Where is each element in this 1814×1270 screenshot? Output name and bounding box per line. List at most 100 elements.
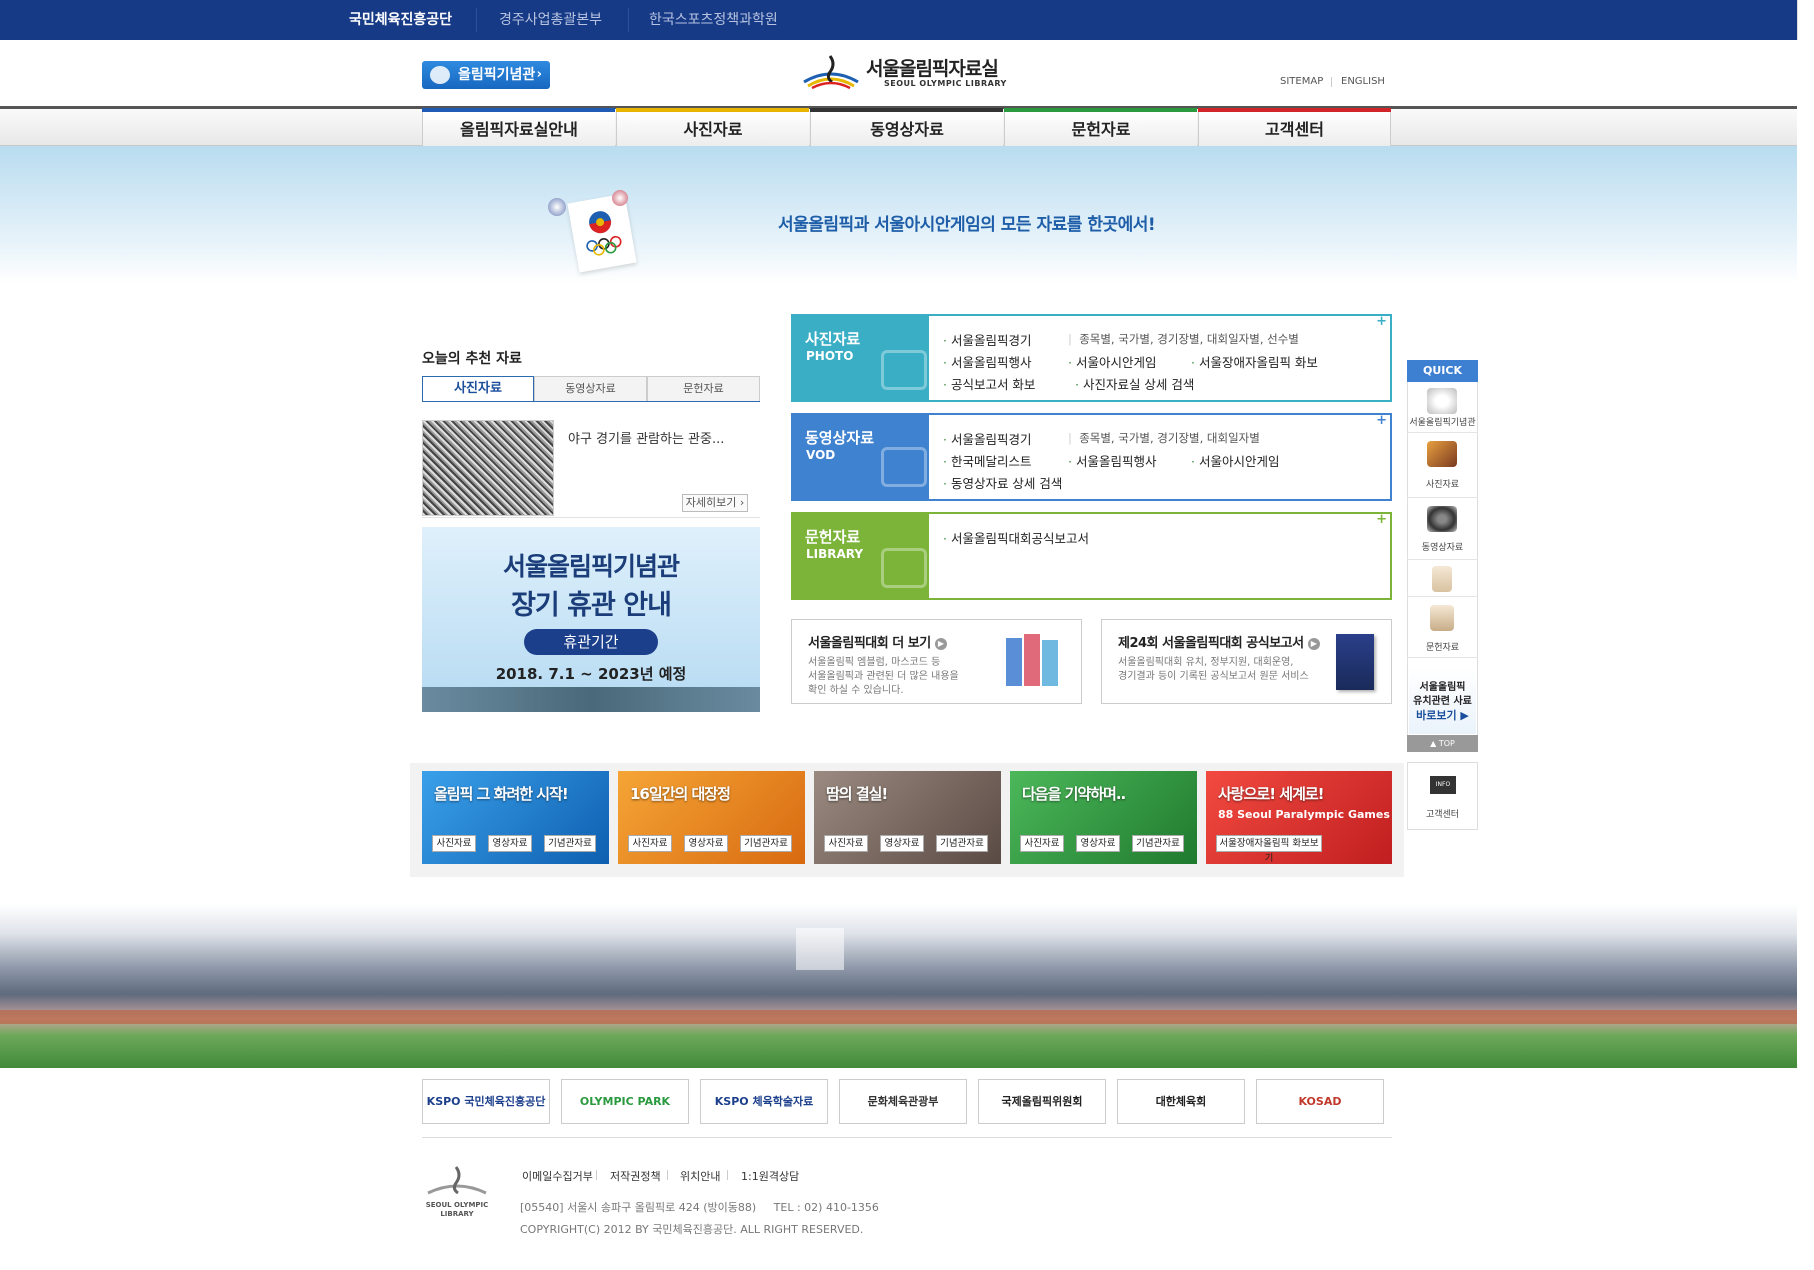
stadium-image bbox=[0, 904, 1797, 1068]
theme-banner-fruit-of-sweat[interactable]: 땀의 결실! 사진자료 영상자료 기념관자료 bbox=[814, 771, 1001, 864]
link-paralympics-gallery[interactable]: · 서울장애자올림픽 화보 bbox=[1191, 352, 1318, 371]
quick-item-documents[interactable]: 문헌자료 bbox=[1407, 597, 1478, 658]
tab-videos[interactable]: 동영상자료 bbox=[534, 376, 647, 402]
category-documents: 문헌자료 LIBRARY + · 서울올림픽대회공식보고서 bbox=[791, 512, 1392, 600]
partner-logo-koc[interactable]: 국제올림픽위원회 bbox=[978, 1079, 1106, 1124]
quick-item-label: 고객센터 bbox=[1425, 810, 1460, 820]
video-button[interactable]: 영상자료 bbox=[1076, 835, 1120, 852]
link-seoul-games[interactable]: · 서울올림픽경기 bbox=[943, 429, 1031, 448]
footer-link-copyright[interactable]: 저작권정책 bbox=[610, 1168, 661, 1184]
link-photo-search[interactable]: · 사진자료실 상세 검색 bbox=[1075, 374, 1194, 393]
video-button[interactable]: 영상자료 bbox=[488, 835, 532, 852]
partner-logo-kspo-academic[interactable]: KSPO 체육학술자료 bbox=[700, 1079, 828, 1124]
site-subtitle: SEOUL OLYMPIC LIBRARY bbox=[884, 79, 1007, 88]
footer-link-remote-support[interactable]: 1:1원격상담 bbox=[741, 1168, 799, 1184]
link-official-report-gallery[interactable]: · 공식보고서 화보 bbox=[943, 374, 1035, 393]
quick-promo-banner[interactable]: 서울올림픽 유치관련 사료 바로보기 ▶ bbox=[1409, 668, 1476, 734]
promo-line: 유치관련 사료 bbox=[1413, 696, 1472, 707]
category-side[interactable]: 사진자료 PHOTO bbox=[793, 316, 929, 400]
memorial-button[interactable]: 기념관자료 bbox=[544, 835, 596, 852]
partner-logo-culture-ministry[interactable]: 문화체육관광부 bbox=[839, 1079, 967, 1124]
link-seoul-games[interactable]: · 서울올림픽경기 bbox=[943, 330, 1031, 349]
category-side[interactable]: 문헌자료 LIBRARY bbox=[793, 514, 929, 598]
theme-banner-16-days[interactable]: 16일간의 대장정 사진자료 영상자료 기념관자료 bbox=[618, 771, 805, 864]
link-subcategories[interactable]: | 종목별, 국가별, 경기장별, 대회일자별 bbox=[1068, 430, 1260, 446]
link-video-search[interactable]: · 동영상자료 상세 검색 bbox=[943, 473, 1062, 492]
partner-logo-kspo[interactable]: KSPO 국민체육진흥공단 bbox=[422, 1079, 550, 1124]
tab-documents[interactable]: 문헌자료 bbox=[647, 376, 760, 402]
plus-icon[interactable]: + bbox=[1372, 314, 1390, 334]
scrollbar[interactable] bbox=[1797, 0, 1814, 40]
footer-copyright: COPYRIGHT(C) 2012 BY 국민체육진흥공단. ALL RIGHT… bbox=[520, 1223, 864, 1236]
quick-item-videos[interactable]: 동영상자료 bbox=[1407, 498, 1478, 560]
plus-icon[interactable]: + bbox=[1372, 413, 1390, 433]
tab-photos[interactable]: 사진자료 bbox=[422, 376, 534, 402]
toplink-sports-science[interactable]: 한국스포츠정책과학원 bbox=[649, 0, 778, 40]
binders-icon bbox=[992, 634, 1062, 690]
paralympic-gallery-button[interactable]: 서울장애자올림픽 화보보기 bbox=[1216, 835, 1322, 864]
toplink-racing[interactable]: 경주사업총괄본부 bbox=[499, 0, 602, 40]
camera-icon bbox=[881, 548, 927, 588]
closure-notice-banner[interactable]: 서울올림픽기념관 장기 휴관 안내 휴관기간 2018. 7.1 ~ 2023년… bbox=[422, 527, 760, 712]
balloon-icon bbox=[548, 198, 566, 216]
partner-logo-olympic-park[interactable]: OLYMPIC PARK bbox=[561, 1079, 689, 1124]
recommend-caption[interactable]: 야구 경기를 관람하는 관중... bbox=[568, 428, 724, 447]
more-button[interactable]: 자세히보기 › bbox=[682, 494, 748, 512]
partner-logo-kosad[interactable]: KOSAD bbox=[1256, 1079, 1384, 1124]
category-side[interactable]: 동영상자료 VOD bbox=[793, 415, 929, 499]
quick-item-clipboard[interactable] bbox=[1407, 560, 1478, 597]
film-reel-icon bbox=[1427, 506, 1457, 532]
tab-underline bbox=[422, 401, 760, 402]
divider bbox=[596, 1170, 597, 1180]
quick-item-customer-center[interactable]: INFO 고객센터 bbox=[1407, 762, 1478, 830]
link-olympic-events[interactable]: · 서울올림픽행사 bbox=[943, 352, 1031, 371]
seoul-olympic-logo-icon[interactable] bbox=[800, 52, 862, 90]
nav-item-photos[interactable]: 사진자료 bbox=[616, 112, 809, 147]
video-button[interactable]: 영상자료 bbox=[880, 835, 924, 852]
back-to-top-button[interactable]: ▲ TOP bbox=[1407, 735, 1478, 752]
photo-button[interactable]: 사진자료 bbox=[628, 835, 672, 852]
nav-item-library-guide[interactable]: 올림픽자료실안내 bbox=[422, 112, 615, 147]
quick-item-memorial[interactable]: 서울올림픽기념관 bbox=[1407, 384, 1478, 433]
link-official-report[interactable]: · 서울올림픽대회공식보고서 bbox=[943, 528, 1089, 547]
english-link[interactable]: ENGLISH bbox=[1341, 76, 1385, 87]
category-eng: VOD bbox=[806, 448, 836, 462]
photo-button[interactable]: 사진자료 bbox=[824, 835, 868, 852]
nav-item-customer-center[interactable]: 고객센터 bbox=[1198, 112, 1391, 147]
footer-logo-line: LIBRARY bbox=[440, 1210, 474, 1218]
link-korean-medalists[interactable]: · 한국메달리스트 bbox=[943, 451, 1031, 470]
memorial-button[interactable]: 기념관자료 bbox=[936, 835, 988, 852]
link-asian-games[interactable]: · 서울아시안게임 bbox=[1191, 451, 1279, 470]
theme-banner-opening[interactable]: 올림픽 그 화려한 시작! 사진자료 영상자료 기념관자료 bbox=[422, 771, 609, 864]
link-subcategories[interactable]: | 종목별, 국가별, 경기장별, 대회일자별, 선수별 bbox=[1068, 331, 1299, 347]
theme-banner-next-time[interactable]: 다음을 기약하며.. 사진자료 영상자료 기념관자료 bbox=[1010, 771, 1197, 864]
olympic-memorial-button[interactable]: 올림픽기념관 › bbox=[422, 61, 550, 89]
quick-item-photos[interactable]: 사진자료 bbox=[1407, 433, 1478, 498]
info-box-more[interactable]: 서울올림픽대회 더 보기 ▶ 서울올림픽 엠블럼, 마스코드 등 서울올림픽과 관… bbox=[791, 619, 1082, 704]
info-title: 제24회 서울올림픽대회 공식보고서 ▶ bbox=[1118, 632, 1320, 651]
footer-link-email-refusal[interactable]: 이메일수집거부 bbox=[522, 1168, 593, 1184]
toplink-kspo[interactable]: 국민체육진흥공단 bbox=[349, 0, 452, 40]
sitemap-link[interactable]: SITEMAP bbox=[1280, 76, 1323, 87]
info-box-official-report[interactable]: 제24회 서울올림픽대회 공식보고서 ▶ 서울올림픽대회 유치, 정부지원, 대회… bbox=[1101, 619, 1392, 704]
memorial-button[interactable]: 기념관자료 bbox=[1132, 835, 1184, 852]
recommend-thumbnail[interactable] bbox=[422, 420, 554, 516]
theme-banner-paralympics[interactable]: 사랑으로! 세계로! 88 Seoul Paralympic Games 서울장… bbox=[1206, 771, 1392, 864]
memorial-button[interactable]: 기념관자료 bbox=[740, 835, 792, 852]
nav-item-documents[interactable]: 문헌자료 bbox=[1004, 112, 1197, 147]
plus-icon[interactable]: + bbox=[1372, 512, 1390, 532]
divider bbox=[422, 517, 760, 518]
nav-item-videos[interactable]: 동영상자료 bbox=[810, 112, 1003, 147]
partner-logo-kso[interactable]: 대한체육회 bbox=[1117, 1079, 1245, 1124]
category-eng: PHOTO bbox=[806, 349, 854, 363]
footer-link-location[interactable]: 위치안내 bbox=[680, 1168, 720, 1184]
theme-title: 땀의 결실! bbox=[826, 785, 888, 803]
photo-button[interactable]: 사진자료 bbox=[432, 835, 476, 852]
photo-button[interactable]: 사진자료 bbox=[1020, 835, 1064, 852]
site-title[interactable]: 서울올림픽자료실 bbox=[866, 54, 999, 81]
link-asian-games[interactable]: · 서울아시안게임 bbox=[1068, 352, 1156, 371]
memorial-icon bbox=[430, 66, 450, 84]
category-title: 동영상자료 bbox=[805, 429, 875, 447]
video-button[interactable]: 영상자료 bbox=[684, 835, 728, 852]
link-olympic-events[interactable]: · 서울올림픽행사 bbox=[1068, 451, 1156, 470]
